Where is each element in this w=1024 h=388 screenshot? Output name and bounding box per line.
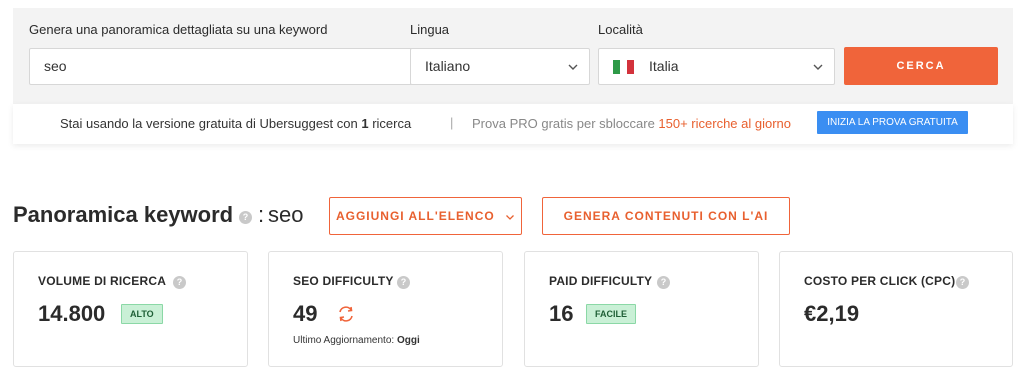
cpc-card: COSTO PER CLICK (CPC) ? €2,19 (779, 251, 1013, 367)
info-icon[interactable]: ? (657, 276, 670, 289)
info-icon[interactable]: ? (239, 211, 252, 224)
search-button[interactable]: CERCA (844, 47, 998, 85)
cpc-value: €2,19 (804, 301, 860, 326)
pro-trial-text: Prova PRO gratis per sbloccare 150+ rice… (472, 116, 791, 131)
generate-ai-content-button[interactable]: GENERA CONTENUTI CON L'AI (542, 197, 790, 235)
add-to-list-label: AGGIUNGI ALL'ELENCO (335, 209, 495, 223)
free-text-after: ricerca (368, 116, 412, 131)
last-updated-value: Oggi (396, 335, 420, 346)
card-label: COSTO PER CLICK (CPC) (804, 274, 956, 288)
location-select-value: Italia (649, 58, 679, 74)
chevron-down-icon (813, 64, 823, 70)
location-select[interactable]: Italia (598, 48, 835, 85)
chevron-down-icon (568, 64, 578, 70)
paid-difficulty-card: PAID DIFFICULTY ? 16 FACILE (524, 251, 759, 367)
start-free-trial-button[interactable]: INIZIA LA PROVA GRATUITA (817, 111, 968, 134)
search-panel: Genera una panoramica dettagliata su una… (13, 8, 1013, 104)
status-badge: FACILE (586, 304, 637, 324)
title-keyword: seo (268, 202, 304, 227)
title-colon: : (258, 202, 265, 227)
last-updated-label: Ultimo Aggiornamento: (293, 335, 395, 346)
language-select[interactable]: Italiano (410, 48, 590, 85)
search-volume-card: VOLUME DI RICERCA ? 14.800 ALTO (13, 251, 248, 367)
page-title: Panoramica keyword (13, 202, 234, 227)
free-version-text: Stai usando la versione gratuita di Uber… (60, 116, 411, 131)
paid-difficulty-value: 16 (549, 301, 574, 326)
location-field-label: Località (598, 22, 643, 37)
italy-flag-icon (613, 60, 634, 74)
language-field-label: Lingua (410, 22, 450, 37)
seo-difficulty-card: SEO DIFFICULTY ? 49 Ultimo Aggiornamento… (268, 251, 503, 367)
keyword-input[interactable]: seo (29, 48, 413, 85)
search-volume-value: 14.800 (38, 301, 106, 326)
free-count: 1 (361, 116, 369, 131)
card-label: PAID DIFFICULTY (549, 274, 653, 288)
pro-text: Prova PRO gratis per sbloccare (472, 116, 659, 131)
last-updated: Ultimo Aggiornamento: Oggi (293, 335, 420, 346)
chevron-down-icon (506, 214, 515, 220)
pro-highlight: 150+ ricerche al giorno (658, 116, 792, 131)
keyword-field-label: Genera una panoramica dettagliata su una… (29, 22, 328, 37)
add-to-list-button[interactable]: AGGIUNGI ALL'ELENCO (329, 197, 522, 235)
info-icon[interactable]: ? (956, 276, 969, 289)
seo-difficulty-value: 49 (293, 301, 318, 326)
card-label: SEO DIFFICULTY (293, 274, 394, 288)
free-text-before: Stai usando la versione gratuita di Uber… (60, 116, 362, 131)
refresh-icon[interactable] (337, 305, 355, 323)
promo-separator: | (450, 115, 454, 130)
card-label: VOLUME DI RICERCA (38, 274, 167, 288)
free-version-banner: Stai usando la versione gratuita di Uber… (13, 104, 1013, 144)
info-icon[interactable]: ? (397, 276, 410, 289)
language-select-value: Italiano (425, 58, 471, 74)
status-badge: ALTO (121, 304, 163, 324)
info-icon[interactable]: ? (173, 276, 186, 289)
